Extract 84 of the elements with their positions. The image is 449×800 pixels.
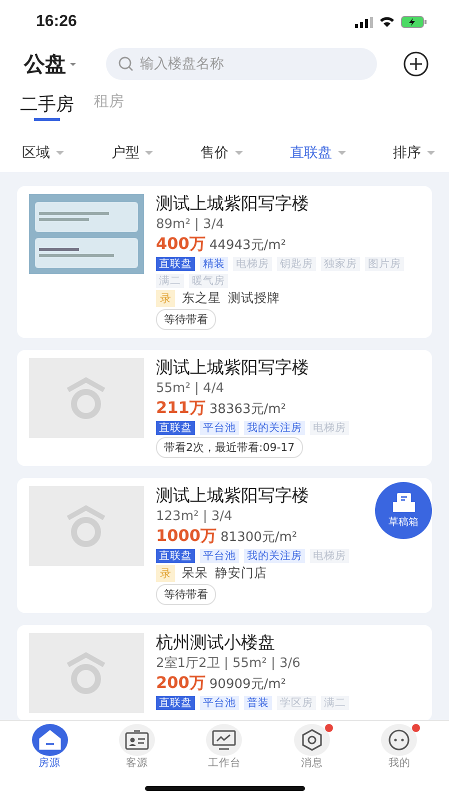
agent-name: 东之星 <box>182 290 221 307</box>
tag: 电梯房 <box>233 257 272 271</box>
tag: 平台池 <box>200 549 239 563</box>
nav-tab[interactable]: 我的 <box>369 721 430 771</box>
listing-title: 测试上城紫阳写字楼 <box>156 486 309 506</box>
status-chip: 等待带看 <box>156 309 216 330</box>
tag: 直联盘 <box>156 421 195 435</box>
listing-specs: 89m² | 3/4 <box>156 216 224 233</box>
inbox-icon <box>392 492 414 512</box>
tag: 独家房 <box>321 257 360 271</box>
agent-badge: 录 <box>156 290 175 307</box>
hexagon-icon <box>300 729 323 751</box>
tag: 暖气房 <box>189 274 228 288</box>
agent-store: 静安门店 <box>215 565 267 582</box>
image-placeholder-icon <box>29 486 144 566</box>
tag: 直联盘 <box>156 257 195 271</box>
battery-icon <box>401 16 427 28</box>
id-card-icon <box>125 730 150 750</box>
city-selector[interactable]: 公盘 <box>24 50 96 78</box>
filter-dropdown[interactable]: 区域 <box>22 144 64 162</box>
listing-specs: 123m² | 3/4 <box>156 508 232 525</box>
monitor-icon <box>212 730 236 750</box>
agent-store: 测试授牌 <box>228 290 280 307</box>
house-icon <box>38 730 61 750</box>
signal-icon <box>355 16 373 28</box>
nav-label: 工作台 <box>208 756 241 770</box>
tag: 满二 <box>156 274 184 288</box>
unit-price: 44943元/m² <box>209 237 286 255</box>
nav-label: 我的 <box>388 756 410 770</box>
listing-card[interactable]: 测试上城紫阳写字楼 55m² | 4/4 211万 38363元/m² 直联盘 平台池 我的关注房 电梯房 带看2次，最近带看:09-17 <box>17 350 432 466</box>
notification-dot <box>324 724 333 732</box>
listing-specs: 2室1厅2卫 | 55m² | 3/6 <box>156 655 300 672</box>
status-chip: 带看2次，最近带看:09-17 <box>156 437 303 458</box>
search-icon <box>118 56 134 72</box>
nav-tab[interactable]: 工作台 <box>194 721 254 771</box>
listing-title: 杭州测试小楼盘 <box>156 633 275 653</box>
tab[interactable]: 二手房 <box>20 92 74 124</box>
tag: 精装 <box>200 257 228 271</box>
tag: 我的关注房 <box>244 421 305 435</box>
tag: 电梯房 <box>310 421 349 435</box>
agent-badge: 录 <box>156 565 175 582</box>
filter-dropdown[interactable]: 售价 <box>200 144 242 162</box>
filter-dropdown[interactable]: 排序 <box>393 144 435 162</box>
agent-name: 呆呆 <box>182 565 208 582</box>
tag: 平台池 <box>200 696 239 710</box>
unit-price: 90909元/m² <box>209 676 286 694</box>
listing-card[interactable]: 测试上城紫阳写字楼 89m² | 3/4 400万 44943元/m² 直联盘 精装 电梯房 钥匙房 独家房 图片房 满二 暖气房 录 东之星 测试授牌 等待带看 <box>17 186 432 338</box>
listing-card[interactable]: 杭州测试小楼盘 2室1厅2卫 | 55m² | 3/6 200万 90909元/m² 直联盘 平台池 普装 学区房 满二 <box>17 625 432 720</box>
total-price: 211万 <box>156 399 206 417</box>
image-placeholder-icon <box>29 633 144 713</box>
unit-price: 38363元/m² <box>209 401 286 419</box>
tag: 普装 <box>244 696 272 710</box>
image-placeholder-icon <box>29 358 144 438</box>
search-field[interactable]: 输入楼盘名称 <box>106 48 377 80</box>
listing-title: 测试上城紫阳写字楼 <box>156 194 309 214</box>
tag: 电梯房 <box>310 549 349 563</box>
tag: 我的关注房 <box>244 549 305 563</box>
tag: 直联盘 <box>156 549 195 563</box>
listing-title: 测试上城紫阳写字楼 <box>156 358 309 378</box>
total-price: 400万 <box>156 235 206 253</box>
tag: 满二 <box>321 696 349 710</box>
unit-price: 81300元/m² <box>220 529 298 547</box>
tag: 平台池 <box>200 421 239 435</box>
listing-specs: 55m² | 4/4 <box>156 380 224 397</box>
nav-tab[interactable]: 房源 <box>20 721 80 771</box>
wifi-icon <box>379 16 395 28</box>
total-price: 1000万 <box>156 527 217 545</box>
nav-label: 房源 <box>38 756 61 770</box>
tag: 钥匙房 <box>277 257 316 271</box>
status-chip: 等待带看 <box>156 584 216 605</box>
nav-label: 消息 <box>300 756 323 770</box>
filter-dropdown[interactable]: 户型 <box>111 144 154 162</box>
tag: 直联盘 <box>156 696 195 710</box>
status-time: 16:26 <box>36 13 77 31</box>
tag: 图片房 <box>365 257 404 271</box>
tag: 学区房 <box>277 696 316 710</box>
total-price: 200万 <box>156 674 206 692</box>
smiley-icon <box>388 729 410 751</box>
notification-dot <box>412 724 420 732</box>
nav-label: 客源 <box>126 756 148 770</box>
nav-tab[interactable]: 客源 <box>107 721 168 771</box>
add-icon[interactable] <box>403 51 429 77</box>
filter-dropdown[interactable]: 直联盘 <box>290 144 346 162</box>
nav-tab[interactable]: 消息 <box>282 721 342 771</box>
